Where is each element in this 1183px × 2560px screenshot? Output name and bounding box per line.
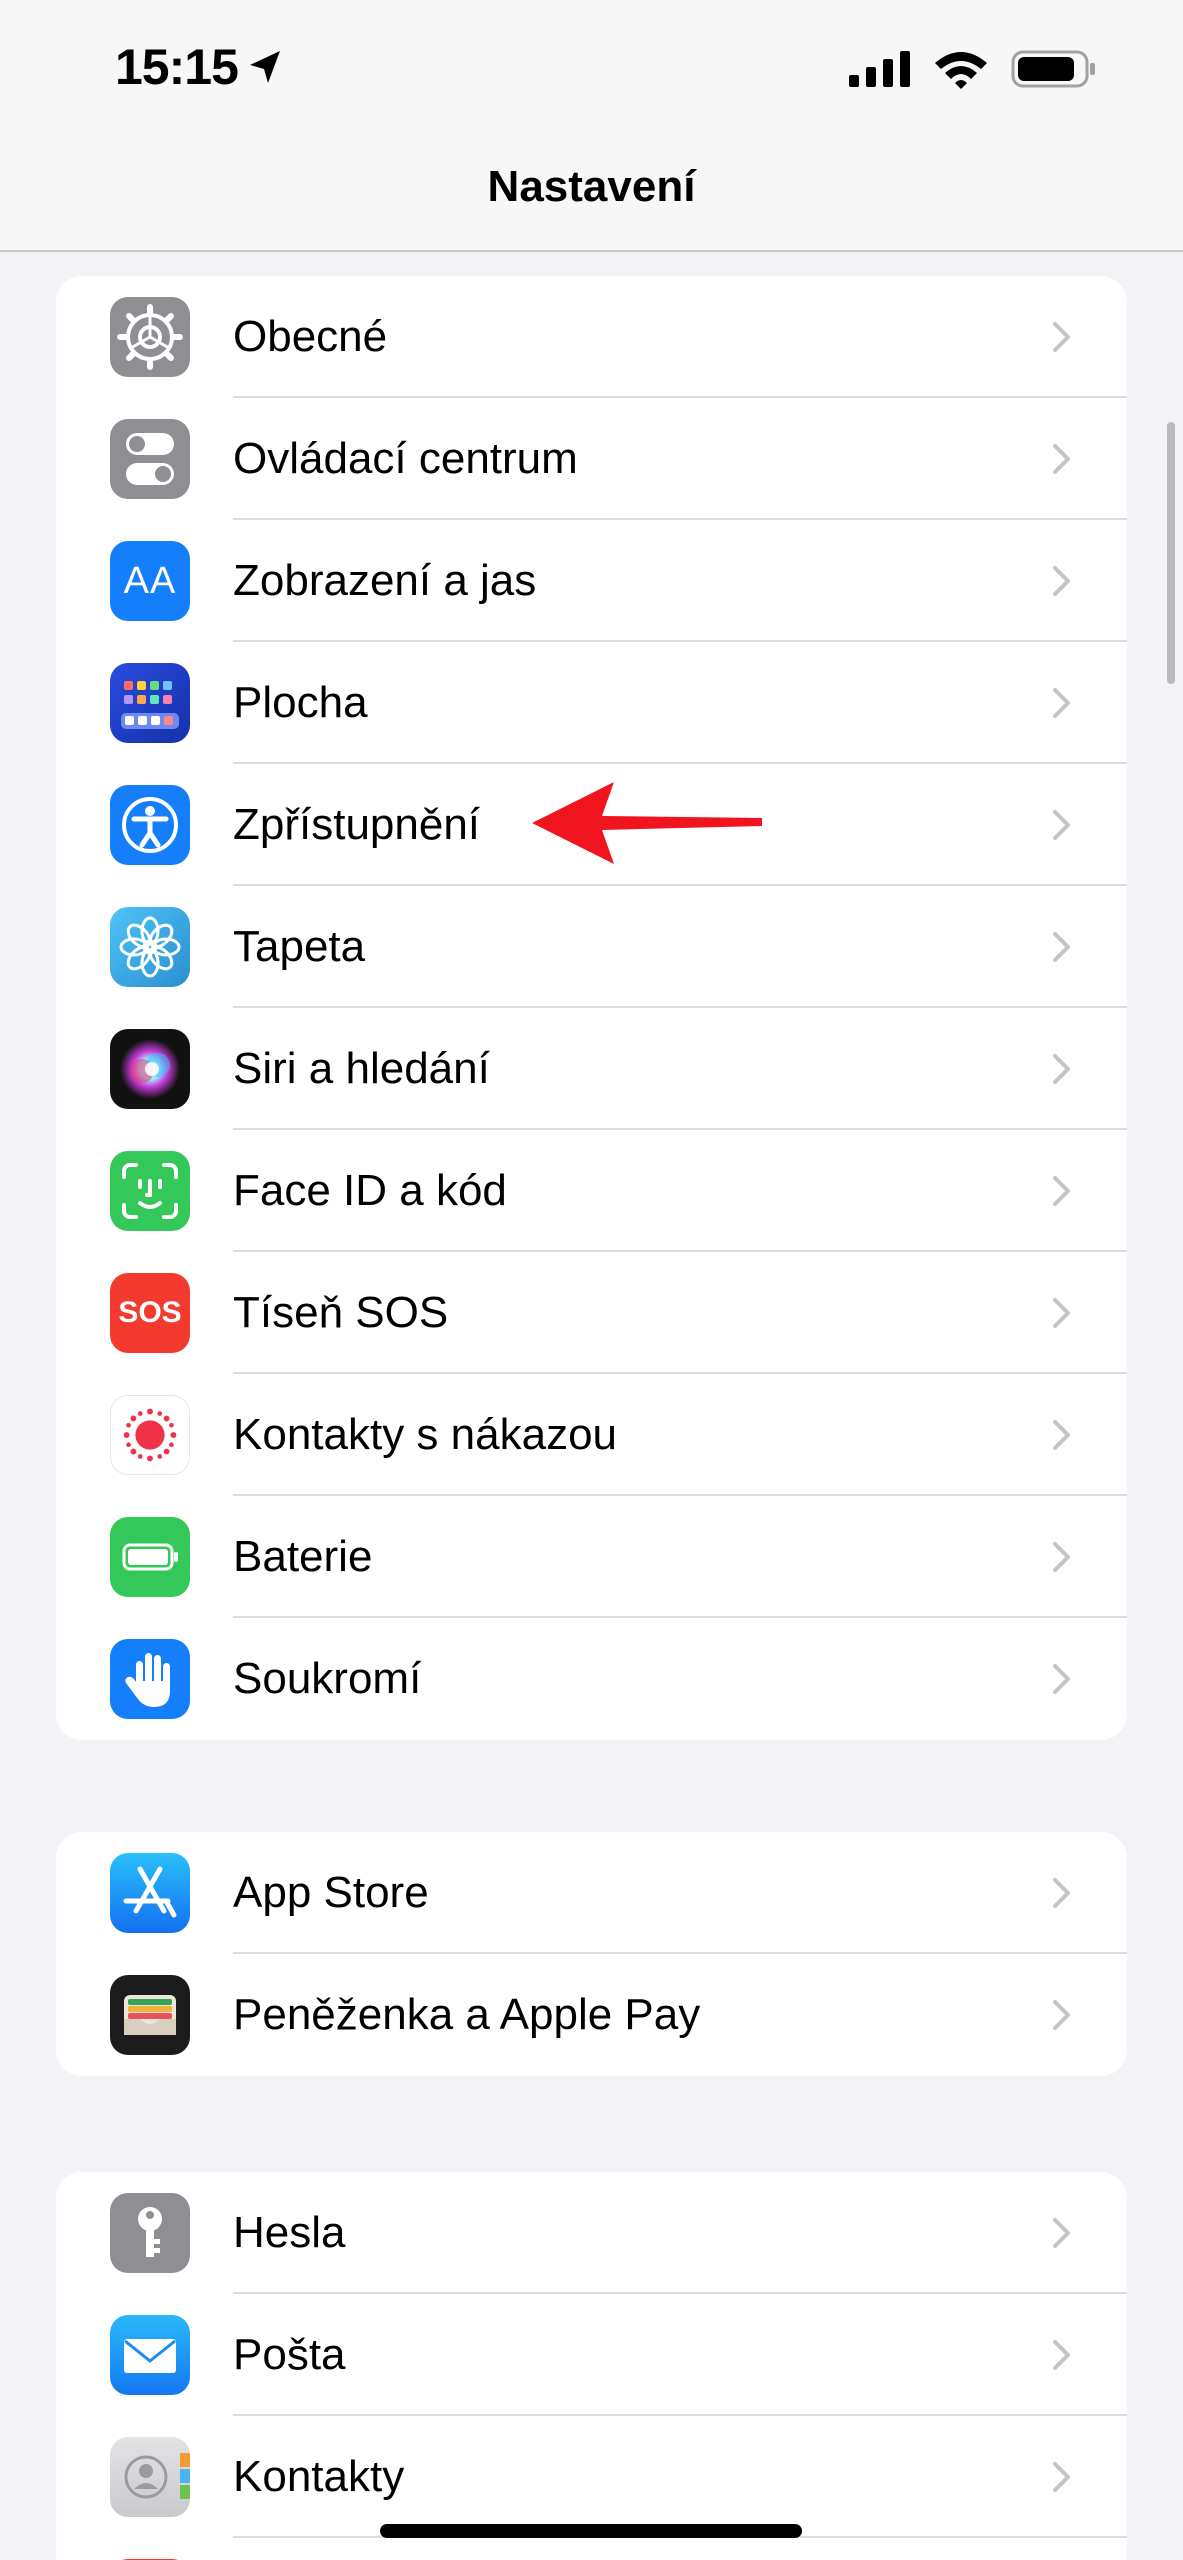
settings-row-display[interactable]: AA Zobrazení a jas (56, 520, 1127, 642)
cellular-signal-icon (849, 51, 910, 87)
settings-row-label: Siri a hledání (233, 1044, 490, 1093)
settings-row-label: Tíseň SOS (233, 1288, 449, 1337)
settings-row-mail[interactable]: Pošta (56, 2294, 1127, 2416)
sos-icon: SOS (110, 1273, 190, 1353)
settings-row-label: Hesla (233, 2208, 346, 2257)
wallpaper-flower-icon (110, 907, 190, 987)
settings-row-label: Kontakty s nákazou (233, 1410, 618, 1459)
chevron-right-icon (1053, 932, 1070, 962)
settings-row-label: Peněženka a Apple Pay (233, 1990, 701, 2039)
chevron-right-icon (1053, 1298, 1070, 1328)
settings-group-system: Obecné Ovládací centrum AA Zobrazení a j… (56, 276, 1127, 1740)
settings-row-label: Soukromí (233, 1654, 422, 1703)
settings-row-label: Kontakty (233, 2452, 405, 2501)
red-arrow-annotation (532, 782, 762, 864)
chevron-right-icon (1053, 810, 1070, 840)
chevron-right-icon (1053, 1878, 1070, 1908)
settings-row-control-center[interactable]: Ovládací centrum (56, 398, 1127, 520)
settings-row-home-screen[interactable]: Plocha (56, 642, 1127, 764)
settings-row-contacts[interactable]: Kontakty (56, 2416, 1127, 2538)
mail-icon (110, 2315, 190, 2395)
settings-row-privacy[interactable]: Soukromí (56, 1618, 1127, 1740)
page-title: Nastavení (487, 162, 696, 211)
toggles-icon (110, 419, 190, 499)
chevron-right-icon (1053, 1176, 1070, 1206)
settings-row-label: Ovládací centrum (233, 434, 578, 483)
contacts-icon (110, 2437, 190, 2517)
wifi-icon (935, 52, 987, 89)
text-size-icon: AA (110, 541, 190, 621)
settings-row-label: App Store (233, 1868, 429, 1917)
settings-screen: Obecné Ovládací centrum AA Zobrazení a j… (0, 0, 1183, 2560)
settings-row-label: Zpřístupnění (233, 800, 481, 849)
chevron-right-icon (1053, 2340, 1070, 2370)
chevron-right-icon (1053, 322, 1070, 352)
status-bar-icons (849, 44, 1097, 94)
hand-icon (110, 1639, 190, 1719)
chevron-right-icon (1053, 1420, 1070, 1450)
settings-row-wallpaper[interactable]: Tapeta (56, 886, 1127, 1008)
app-store-icon (110, 1853, 190, 1933)
siri-icon (110, 1029, 190, 1109)
battery-status-icon (1011, 50, 1095, 88)
settings-group-apps: Hesla Pošta Kontakty (56, 2172, 1127, 2560)
settings-row-general[interactable]: Obecné (56, 276, 1127, 398)
chevron-right-icon (1053, 1542, 1070, 1572)
chevron-right-icon (1053, 2462, 1070, 2492)
key-icon (110, 2193, 190, 2273)
accessibility-icon (110, 785, 190, 865)
chevron-right-icon (1053, 688, 1070, 718)
settings-row-emergency-sos[interactable]: SOS Tíseň SOS (56, 1252, 1127, 1374)
settings-row-label: Obecné (233, 312, 388, 361)
settings-row-next[interactable] (56, 2538, 1127, 2560)
settings-row-label: Pošta (233, 2330, 346, 2379)
settings-row-passwords[interactable]: Hesla (56, 2172, 1127, 2294)
navigation-bar: 15:15 Nastavení (0, 0, 1183, 252)
settings-group-store: App Store Peněženka a Apple Pay (56, 1832, 1127, 2076)
settings-row-exposure-notifications[interactable]: Kontakty s nákazou (56, 1374, 1127, 1496)
settings-row-label: Face ID a kód (233, 1166, 507, 1215)
chevron-right-icon (1053, 444, 1070, 474)
chevron-right-icon (1053, 566, 1070, 596)
settings-row-label: Tapeta (233, 922, 366, 971)
chevron-right-icon (1053, 1664, 1070, 1694)
settings-row-siri[interactable]: Siri a hledání (56, 1008, 1127, 1130)
exposure-notification-icon (110, 1395, 190, 1475)
wallet-icon (110, 1975, 190, 2055)
home-screen-grid-icon (110, 663, 190, 743)
location-arrow-icon (249, 51, 280, 83)
settings-row-face-id[interactable]: Face ID a kód (56, 1130, 1127, 1252)
home-indicator[interactable] (380, 2524, 802, 2538)
chevron-right-icon (1053, 2000, 1070, 2030)
settings-row-label: Zobrazení a jas (233, 556, 537, 605)
settings-row-label: Baterie (233, 1532, 373, 1581)
settings-row-battery[interactable]: Baterie (56, 1496, 1127, 1618)
battery-icon (110, 1517, 190, 1597)
chevron-right-icon (1053, 2218, 1070, 2248)
face-id-icon (110, 1151, 190, 1231)
settings-row-wallet[interactable]: Peněženka a Apple Pay (56, 1954, 1127, 2076)
settings-row-label: Plocha (233, 678, 368, 727)
scrollbar[interactable] (1167, 422, 1175, 684)
chevron-right-icon (1053, 1054, 1070, 1084)
settings-row-app-store[interactable]: App Store (56, 1832, 1127, 1954)
status-bar-time: 15:15 (115, 38, 284, 96)
gear-icon (110, 297, 190, 377)
